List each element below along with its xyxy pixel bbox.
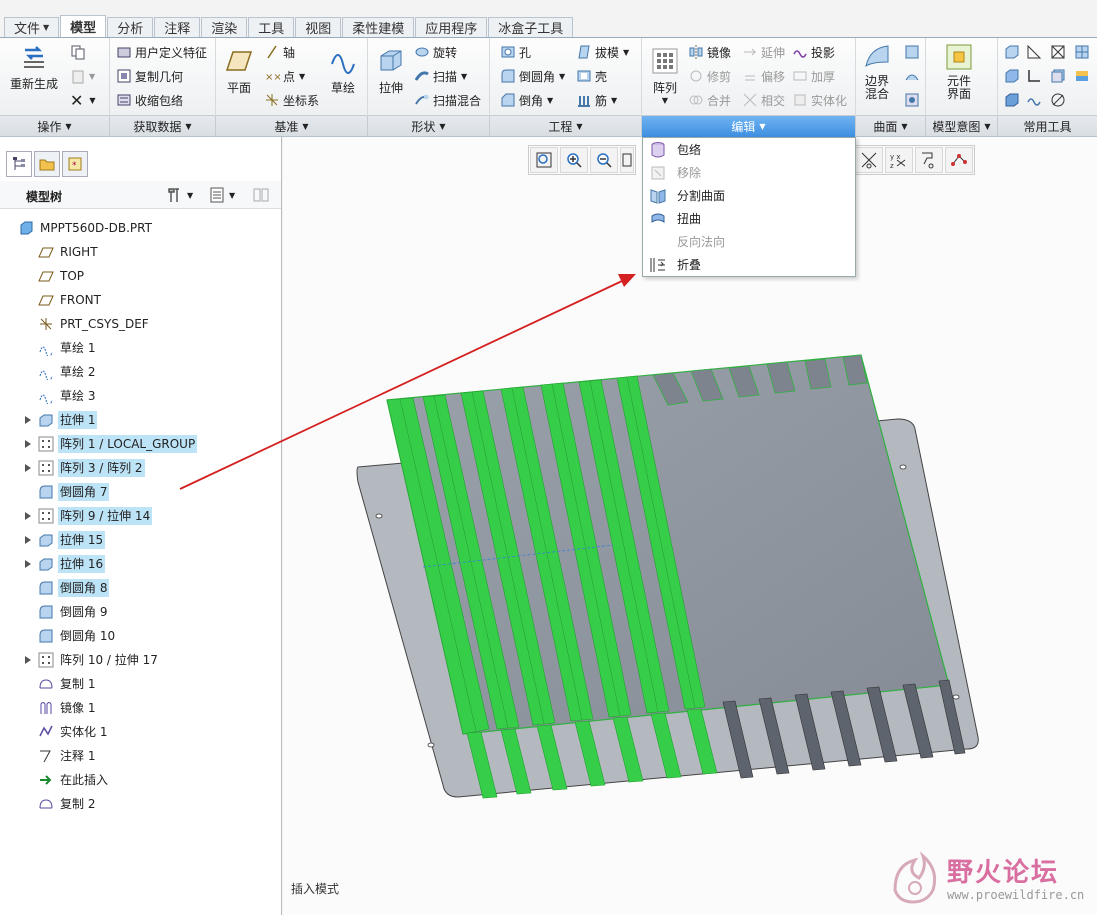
menu-item-warp-label: 扭曲	[677, 212, 702, 226]
menu-item-split-surface[interactable]: 分割曲面	[643, 184, 855, 207]
menu-item-flip-normal-label: 反向法向	[677, 235, 726, 249]
watermark-url: www.proewildfire.cn	[947, 888, 1085, 902]
menu-item-wrap[interactable]: 包络	[643, 138, 855, 161]
editing-dropdown-menu: 包络 移除 分割曲面 扭曲 反向法向 折叠	[642, 137, 856, 277]
menu-item-fold-label: 折叠	[677, 258, 702, 272]
fold-icon	[650, 257, 665, 272]
wrap-icon	[651, 141, 665, 157]
annotation-arrow	[179, 274, 636, 490]
status-mode: 插入模式	[291, 882, 340, 896]
menu-item-remove[interactable]: 移除	[643, 161, 855, 184]
watermark-title: 野火论坛	[947, 858, 1060, 888]
menu-item-fold[interactable]: 折叠	[643, 253, 855, 276]
remove-icon	[651, 166, 665, 179]
menu-item-split-surface-label: 分割曲面	[677, 189, 726, 203]
menu-item-warp[interactable]: 扭曲	[643, 207, 855, 230]
flame-logo-icon	[893, 851, 937, 904]
menu-item-wrap-label: 包络	[677, 143, 702, 157]
menu-item-flip-normal[interactable]: 反向法向	[643, 230, 855, 253]
menu-item-remove-label: 移除	[677, 166, 702, 180]
watermark: 野火论坛 www.proewildfire.cn	[885, 850, 1095, 912]
split-surface-icon	[650, 188, 666, 204]
warp-icon	[651, 213, 665, 223]
